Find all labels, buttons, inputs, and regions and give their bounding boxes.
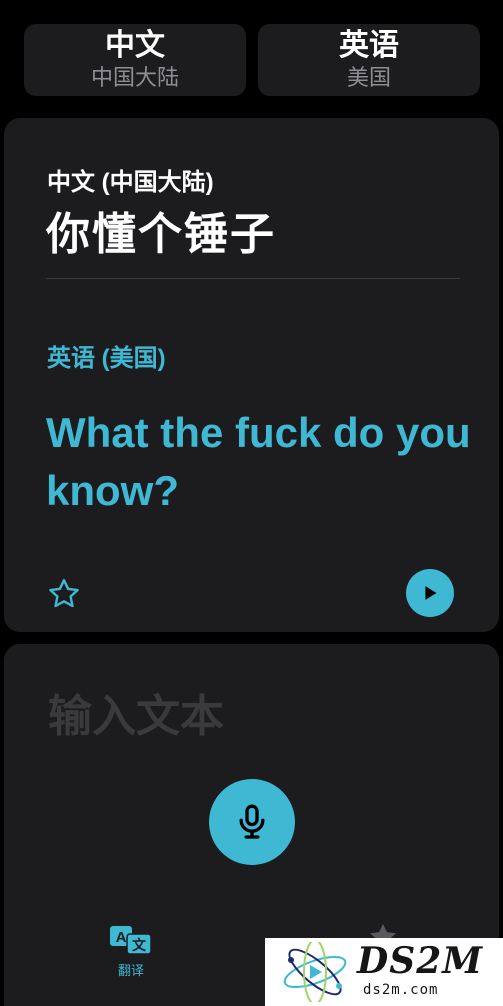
play-icon	[425, 586, 437, 600]
atom-logo-icon	[283, 942, 347, 1002]
source-text[interactable]: 你懂个锤子	[46, 198, 276, 262]
play-audio-button[interactable]	[406, 569, 454, 617]
divider	[46, 278, 460, 279]
watermark-text: DS2M	[357, 940, 484, 982]
microphone-icon	[239, 804, 265, 839]
target-language-name: 英语	[339, 29, 399, 62]
target-language-label: 英语 (美国)	[47, 345, 166, 372]
svg-text:文: 文	[132, 937, 147, 954]
text-input[interactable]	[46, 688, 470, 746]
source-language-button[interactable]: 中文 中国大陆	[24, 24, 246, 96]
watermark-url: ds2m.com	[363, 982, 439, 998]
microphone-button[interactable]	[209, 779, 295, 865]
tab-translate-label: 翻译	[117, 963, 144, 978]
target-language-region: 美国	[346, 65, 391, 90]
language-selector-bar: 中文 中国大陆 英语 美国	[0, 0, 503, 110]
target-language-button[interactable]: 英语 美国	[258, 24, 480, 96]
tab-translate[interactable]: A 文 翻译	[104, 924, 158, 980]
translated-text[interactable]: What the fuck do you know?	[46, 404, 486, 520]
source-language-name: 中文	[105, 29, 165, 62]
translate-icon: A 文	[110, 926, 152, 955]
source-language-label: 中文 (中国大陆)	[47, 169, 214, 196]
translation-card: 中文 (中国大陆) 你懂个锤子 英语 (美国) What the fuck do…	[4, 118, 499, 632]
source-language-region: 中国大陆	[90, 65, 179, 90]
favorite-star-icon[interactable]	[46, 576, 82, 612]
svg-text:A: A	[116, 929, 127, 946]
watermark-logo: DS2M ds2m.com	[265, 938, 503, 1006]
